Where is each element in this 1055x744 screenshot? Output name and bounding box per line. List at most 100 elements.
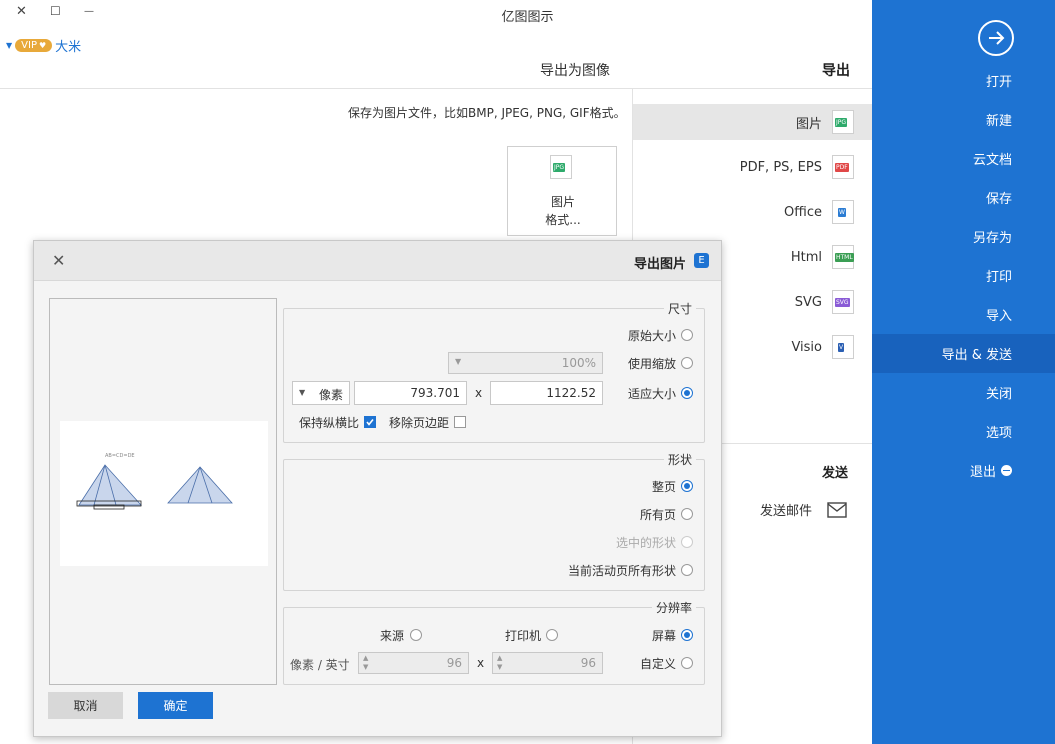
item-label: Office [784, 204, 822, 220]
spinner-icon: ▲ ▼ [363, 654, 369, 671]
preview-panel: AB=CD=DE [49, 298, 277, 685]
dpi-x-value: 96 [580, 656, 596, 670]
sidebar-item-close[interactable]: 关闭 [872, 373, 1055, 412]
sidebar-item-label: 退出 [969, 465, 996, 480]
spinner-icon: ▲ ▼ [497, 654, 503, 671]
jpg-file-icon: JPG [550, 155, 572, 179]
item-label: SVG [794, 294, 822, 310]
cancel-button[interactable]: 取消 [48, 692, 123, 719]
sidebar-item-label: 导出 & 发送 [941, 348, 1012, 363]
close-window-button[interactable]: ✕ [16, 4, 27, 19]
account-area[interactable]: ▼ VIP ♥ 大米 [6, 36, 81, 55]
chevron-down-icon: ▼ [6, 41, 13, 50]
all-pages-label: 所有页 [640, 508, 677, 522]
remove-margin-checkbox[interactable] [454, 416, 466, 428]
selected-shapes-radio[interactable] [681, 536, 693, 548]
sidebar-item-new[interactable]: 新建 [872, 100, 1055, 139]
export-image-dialog: ✕ 导出图片 E AB=CD=DE 尺寸 原始大小 ▼ 100% 使用缩放 11… [33, 240, 722, 737]
height-input[interactable]: 793.701 [354, 381, 467, 405]
send-heading: 发送 [822, 466, 849, 481]
dpi-y-input[interactable]: ▲ ▼ 96 [358, 652, 469, 674]
zoom-select[interactable]: ▼ 100% [448, 352, 603, 374]
sidebar-item-label: 新建 [985, 114, 1012, 129]
current-page-shapes-radio[interactable] [681, 564, 693, 576]
back-button[interactable] [978, 20, 1014, 56]
file-tag: JPG [835, 118, 848, 127]
resolution-group-title: 分辨率 [652, 599, 697, 616]
source-label: 来源 [380, 629, 405, 643]
sidebar-item-label: 选项 [985, 426, 1012, 441]
fit-size-radio[interactable] [681, 387, 693, 399]
sidebar-item-cloud[interactable]: 云文档 [872, 139, 1055, 178]
app-logo-icon: E [694, 253, 709, 268]
width-input[interactable]: 1122.52 [490, 381, 603, 405]
item-label: Visio [791, 339, 822, 355]
use-zoom-radio[interactable] [681, 357, 693, 369]
sidebar-item-options[interactable]: 选项 [872, 412, 1055, 451]
keep-ratio-checkbox[interactable] [364, 416, 376, 428]
sidebar-item-print[interactable]: 打印 [872, 256, 1055, 295]
original-size-radio[interactable] [681, 329, 693, 341]
export-image-item[interactable]: 图片 JPG [633, 104, 872, 140]
export-office-item[interactable]: Office W [633, 194, 872, 230]
remove-margin-label: 移除页边距 [389, 416, 450, 430]
sidebar-item-label: 导入 [985, 309, 1012, 324]
all-pages-radio[interactable] [681, 508, 693, 520]
check-icon [366, 419, 374, 426]
printer-label: 打印机 [505, 629, 542, 643]
screen-radio[interactable] [681, 629, 693, 641]
source-radio[interactable] [410, 629, 422, 641]
header-divider [0, 88, 872, 89]
preview-canvas: AB=CD=DE [60, 421, 268, 566]
sidebar-item-label: 云文档 [972, 153, 1012, 168]
whole-page-radio[interactable] [681, 480, 693, 492]
card-label-1: 图片 [550, 195, 575, 209]
close-dialog-button[interactable]: ✕ [52, 251, 65, 270]
chevron-down-icon: ▼ [299, 388, 306, 397]
dialog-header: ✕ 导出图片 E [34, 241, 721, 281]
sidebar-item-export-send[interactable]: 导出 & 发送 [872, 334, 1055, 373]
sidebar-item-exit[interactable]: 退出 [872, 451, 1055, 490]
sidebar-item-import[interactable]: 导入 [872, 295, 1055, 334]
crown-icon: ♥ [38, 41, 47, 50]
page-heading: 导出为图像 [540, 63, 610, 79]
shape-group-title: 形状 [664, 451, 697, 468]
file-tag: W [838, 208, 846, 217]
unit-select[interactable]: ▼ 像素 [292, 381, 350, 405]
dpi-x-input[interactable]: ▲ ▼ 96 [492, 652, 603, 674]
dpi-times-label: x [477, 656, 485, 670]
sidebar-item-save[interactable]: 保存 [872, 178, 1055, 217]
image-format-card[interactable]: JPG 图片 格式... [507, 146, 617, 236]
sidebar-item-label: 保存 [985, 192, 1012, 207]
account-name: 大米 [55, 40, 82, 55]
word-file-icon: W [832, 200, 854, 224]
maximize-window-button[interactable]: ☐ [50, 4, 61, 18]
preview-label: AB=CD=DE [105, 453, 135, 459]
jpg-file-icon: JPG [832, 110, 854, 134]
file-tag: PDF [835, 163, 849, 172]
original-size-label: 原始大小 [628, 329, 677, 343]
item-label: 发送邮件 [760, 504, 813, 519]
sidebar-item-label: 另存为 [972, 231, 1012, 246]
sidebar-item-open[interactable]: 打开 [872, 61, 1055, 100]
keep-ratio-label: 保持纵横比 [299, 416, 360, 430]
export-description: 保存为图片文件，比如BMP, JPEG, PNG, GIF格式。 [348, 106, 626, 120]
export-pdf-item[interactable]: PDF, PS, EPS PDF [633, 149, 872, 185]
sidebar-item-label: 关闭 [985, 387, 1012, 402]
card-label-2: 格式... [545, 213, 581, 227]
sidebar-item-label: 打印 [985, 270, 1012, 285]
whole-page-label: 整页 [652, 480, 677, 494]
file-tag: V [838, 343, 845, 352]
sidebar-item-save-as[interactable]: 另存为 [872, 217, 1055, 256]
vip-badge: VIP ♥ [15, 39, 53, 52]
file-tag: HTML [835, 253, 854, 262]
send-mail-item[interactable]: 发送邮件 [760, 500, 848, 519]
chevron-down-icon: ▼ [455, 357, 462, 366]
ok-button[interactable]: 确定 [138, 692, 213, 719]
printer-radio[interactable] [546, 629, 558, 641]
use-zoom-label: 使用缩放 [628, 357, 677, 371]
custom-radio[interactable] [681, 657, 693, 669]
zoom-value: 100% [561, 356, 596, 370]
minimize-window-button[interactable]: — [84, 6, 94, 17]
vip-badge-label: VIP [21, 40, 37, 51]
